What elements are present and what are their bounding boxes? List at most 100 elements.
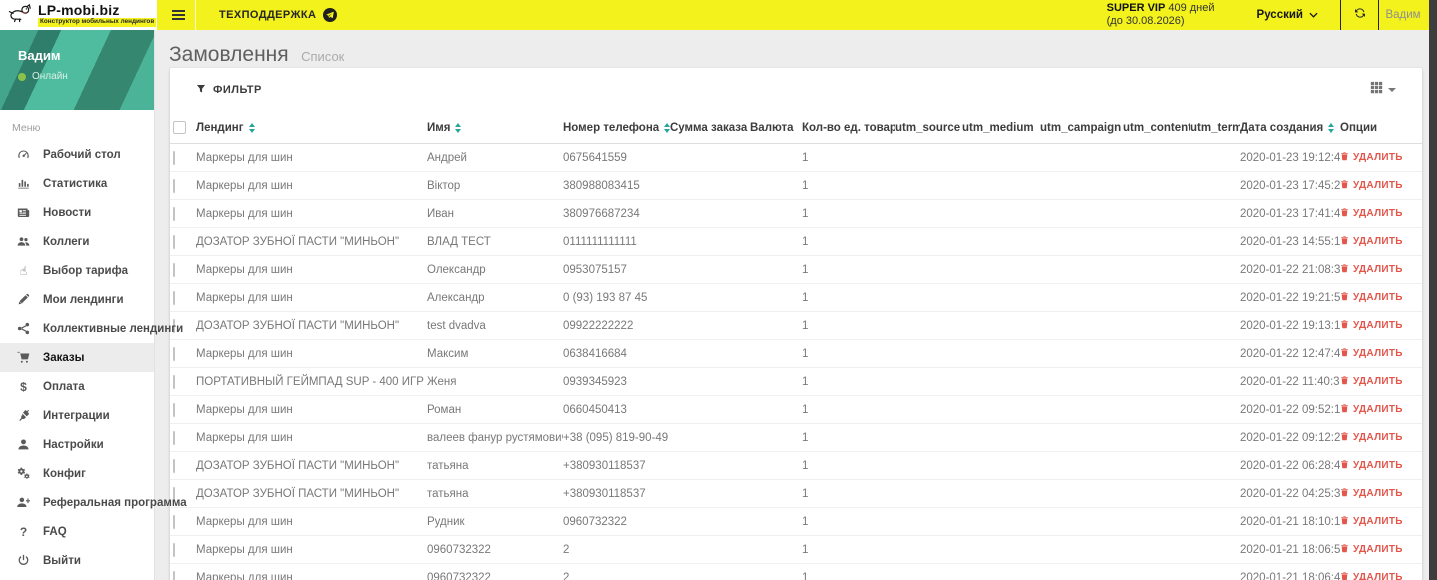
cell-utm_source bbox=[895, 199, 962, 228]
row-checkbox[interactable] bbox=[173, 542, 175, 557]
support-link[interactable]: ТЕХПОДДЕРЖКА bbox=[219, 8, 338, 22]
trash-icon bbox=[1340, 571, 1349, 580]
delete-order-button[interactable]: УДАЛИТЬ bbox=[1340, 375, 1403, 388]
cell-created: 2020-01-22 06:28:49 bbox=[1240, 451, 1340, 480]
cell-phone: 380988083415 bbox=[563, 171, 670, 200]
cell-currency bbox=[750, 395, 802, 424]
delete-order-button[interactable]: УДАЛИТЬ bbox=[1340, 291, 1403, 304]
column-header-1[interactable]: Лендинг bbox=[196, 112, 427, 144]
cell-landing: Маркеры для шин bbox=[196, 395, 427, 424]
delete-order-button[interactable]: УДАЛИТЬ bbox=[1340, 179, 1403, 192]
delete-order-button[interactable]: УДАЛИТЬ bbox=[1340, 347, 1403, 360]
table-row: Маркеры для шин Иван 380976687234 1 2020-01-… bbox=[170, 199, 1422, 228]
trash-icon bbox=[1340, 403, 1349, 416]
sidebar-item-config[interactable]: Конфиг bbox=[0, 459, 154, 488]
cell-currency bbox=[750, 479, 802, 508]
header-divider bbox=[195, 0, 196, 30]
row-checkbox[interactable] bbox=[173, 430, 175, 445]
cell-landing: Маркеры для шин bbox=[196, 507, 427, 536]
language-selector[interactable]: Русский bbox=[1257, 9, 1318, 21]
refresh-button[interactable] bbox=[1341, 0, 1378, 30]
sidebar-item-stats[interactable]: Статистика bbox=[0, 169, 154, 198]
cell-utm_term bbox=[1190, 199, 1240, 228]
cell-utm_content bbox=[1123, 507, 1190, 536]
sidebar-item-shared-landings[interactable]: Коллективные лендинги bbox=[0, 314, 183, 343]
cell-utm_term bbox=[1190, 255, 1240, 284]
row-checkbox[interactable] bbox=[173, 346, 175, 361]
sidebar-item-integrations[interactable]: Интеграции bbox=[0, 401, 154, 430]
delete-order-button[interactable]: УДАЛИТЬ bbox=[1340, 571, 1403, 580]
sidebar-item-colleagues[interactable]: Коллеги bbox=[0, 227, 154, 256]
column-settings-button[interactable] bbox=[1370, 81, 1396, 99]
cell-currency bbox=[750, 423, 802, 452]
cell-utm_source bbox=[895, 171, 962, 200]
delete-order-button[interactable]: УДАЛИТЬ bbox=[1340, 431, 1403, 444]
cell-qty: 1 bbox=[802, 507, 895, 536]
cell-created: 2020-01-22 09:52:15 bbox=[1240, 395, 1340, 424]
delete-order-button[interactable]: УДАЛИТЬ bbox=[1340, 459, 1403, 472]
table-row: Маркеры для шин Максим 0638416684 1 2020-01-… bbox=[170, 339, 1422, 368]
row-checkbox[interactable] bbox=[173, 570, 175, 580]
cell-utm_content bbox=[1123, 535, 1190, 564]
row-checkbox[interactable] bbox=[173, 374, 175, 389]
delete-order-button[interactable]: УДАЛИТЬ bbox=[1340, 319, 1403, 332]
sidebar-item-label: Выйти bbox=[43, 554, 81, 567]
row-checkbox[interactable] bbox=[173, 150, 175, 165]
sidebar-item-tariff[interactable]: ☝ Выбор тарифа bbox=[0, 256, 154, 285]
delete-order-button[interactable]: УДАЛИТЬ bbox=[1340, 235, 1403, 248]
row-checkbox[interactable] bbox=[173, 290, 175, 305]
column-label: Номер телефона bbox=[563, 121, 660, 134]
row-checkbox[interactable] bbox=[173, 178, 175, 193]
row-checkbox[interactable] bbox=[173, 458, 175, 473]
delete-order-button[interactable]: УДАЛИТЬ bbox=[1340, 487, 1403, 500]
cell-currency bbox=[750, 227, 802, 256]
row-checkbox[interactable] bbox=[173, 206, 175, 221]
sidebar-item-label: Коллеги bbox=[43, 235, 90, 248]
row-checkbox[interactable] bbox=[173, 234, 175, 249]
cell-sum bbox=[670, 227, 750, 256]
cell-name: Максим bbox=[427, 339, 563, 368]
cell-sum bbox=[670, 367, 750, 396]
row-checkbox[interactable] bbox=[173, 402, 175, 417]
brand-logo[interactable]: LP-mobi.biz Конструктор мобильных лендин… bbox=[0, 0, 157, 30]
delete-order-button[interactable]: УДАЛИТЬ bbox=[1340, 403, 1403, 416]
sidebar-item-faq[interactable]: ? FAQ bbox=[0, 517, 154, 546]
row-checkbox[interactable] bbox=[173, 514, 175, 529]
menu-toggle-button[interactable] bbox=[166, 0, 190, 30]
cell-landing: Маркеры для шин bbox=[196, 339, 427, 368]
delete-order-button[interactable]: УДАЛИТЬ bbox=[1340, 207, 1403, 220]
cell-currency bbox=[750, 339, 802, 368]
cell-currency bbox=[750, 283, 802, 312]
filter-button[interactable]: ФИЛЬТР bbox=[196, 84, 262, 97]
cell-created: 2020-01-23 17:45:27 bbox=[1240, 171, 1340, 200]
delete-order-button[interactable]: УДАЛИТЬ bbox=[1340, 543, 1403, 556]
cell-currency bbox=[750, 451, 802, 480]
cell-sum bbox=[670, 311, 750, 340]
sidebar-item-payment[interactable]: $ Оплата bbox=[0, 372, 154, 401]
vertical-scrollbar[interactable] bbox=[1429, 0, 1437, 580]
cell-currency bbox=[750, 367, 802, 396]
trash-icon bbox=[1340, 459, 1349, 472]
column-header-2[interactable]: Имя bbox=[427, 112, 563, 144]
delete-order-button[interactable]: УДАЛИТЬ bbox=[1340, 151, 1403, 164]
sidebar-item-referral[interactable]: Реферальная программа bbox=[0, 488, 187, 517]
cell-utm_medium bbox=[962, 535, 1040, 564]
column-header-3[interactable]: Номер телефона bbox=[563, 112, 670, 144]
sidebar-item-news[interactable]: Новости bbox=[0, 198, 154, 227]
sidebar-item-logout[interactable]: Выйти bbox=[0, 546, 154, 575]
delete-order-button[interactable]: УДАЛИТЬ bbox=[1340, 515, 1403, 528]
sidebar-item-orders[interactable]: Заказы bbox=[0, 343, 154, 372]
column-header-13: Опции bbox=[1340, 112, 1422, 144]
row-checkbox[interactable] bbox=[173, 262, 175, 277]
delete-label: УДАЛИТЬ bbox=[1353, 348, 1403, 359]
column-header-12[interactable]: Дата создания bbox=[1240, 112, 1340, 144]
sidebar-item-dashboard[interactable]: Рабочий стол bbox=[0, 140, 154, 169]
user-menu[interactable]: Вадим bbox=[1379, 9, 1427, 21]
sidebar-item-settings[interactable]: Настройки bbox=[0, 430, 154, 459]
sidebar-item-my-landings[interactable]: Мои лендинги bbox=[0, 285, 154, 314]
cell-utm_medium bbox=[962, 199, 1040, 228]
column-label: Сумма заказа bbox=[670, 121, 748, 134]
select-all-checkbox[interactable] bbox=[173, 121, 186, 134]
delete-order-button[interactable]: УДАЛИТЬ bbox=[1340, 263, 1403, 276]
cell-utm_term bbox=[1190, 535, 1240, 564]
